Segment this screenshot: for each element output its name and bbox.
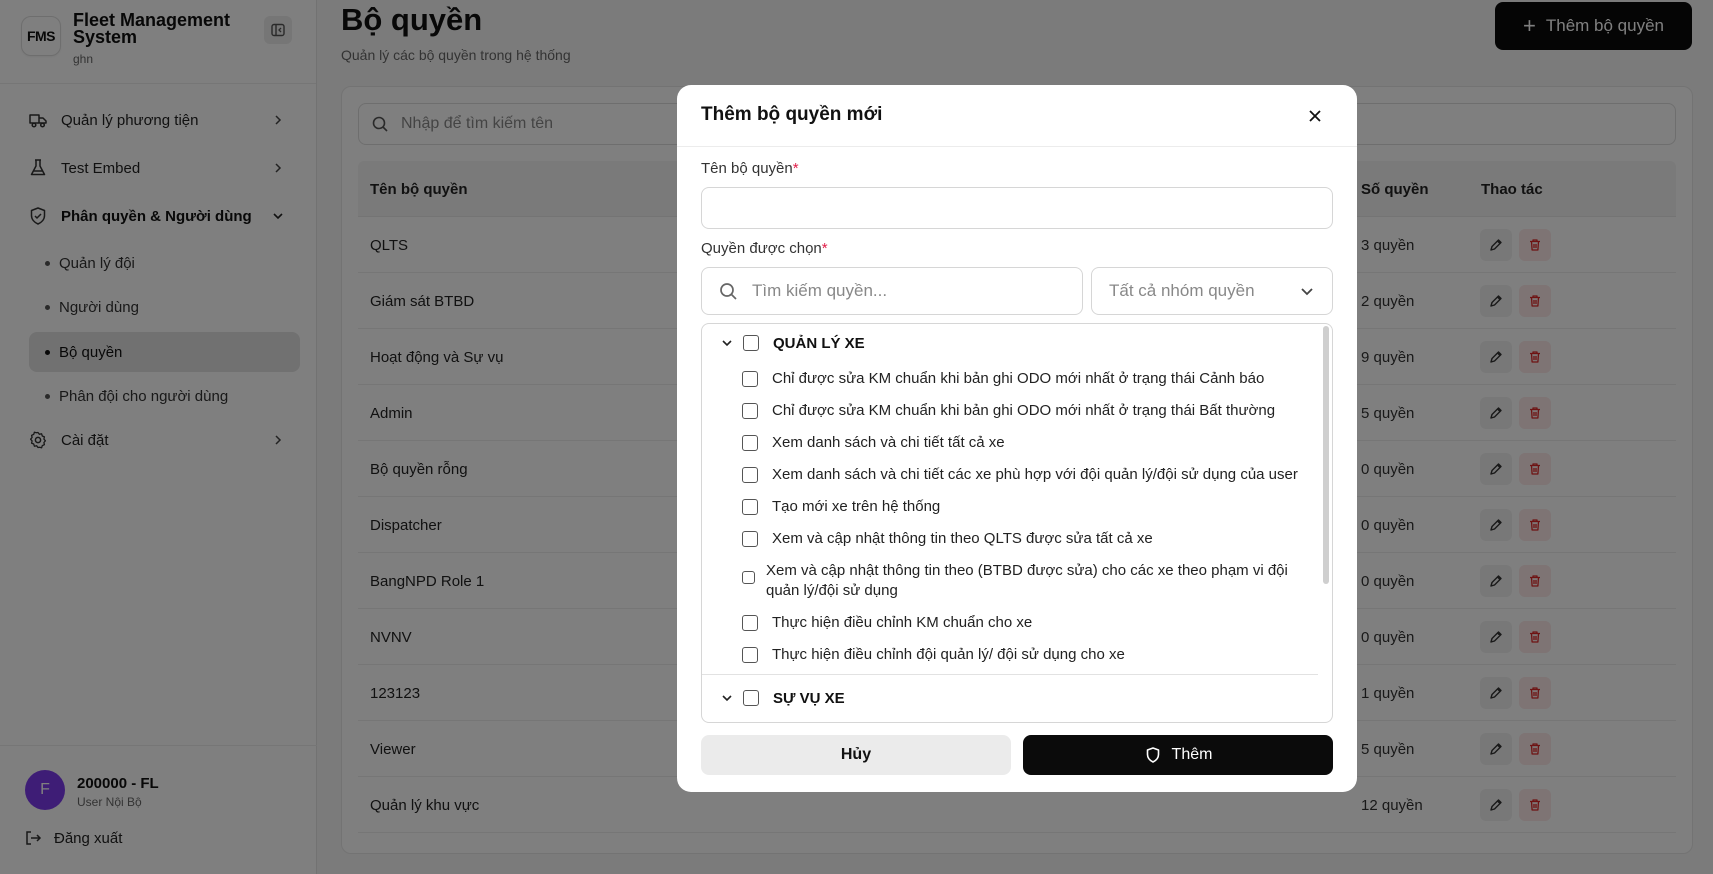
shield-icon [1146,747,1159,763]
permission-checkbox[interactable] [742,571,755,584]
permission-group-vehicle-management[interactable]: QUẢN LÝ XE [702,327,1318,359]
scrollbar[interactable] [1323,326,1329,584]
required-mark: * [821,240,828,257]
submit-label: Thêm [1171,746,1213,763]
chevron-down-icon[interactable] [719,335,735,351]
permission-item[interactable]: Thực hiện điều chỉnh đội quản lý/ đội sử… [742,645,1318,665]
permission-item[interactable]: Xem danh sách và chi tiết các xe phù hợp… [742,465,1318,485]
permission-checkbox[interactable] [742,499,758,515]
permission-item[interactable]: Xem và cập nhật thông tin theo (BTBD đượ… [742,561,1318,601]
permission-list: QUẢN LÝ XE Chỉ được sửa KM chuẩn khi bản… [701,323,1333,723]
perm-label-text: Quyền được chọn [701,240,822,257]
name-label-text: Tên bộ quyền [701,160,793,177]
permission-set-name-input[interactable] [701,187,1333,229]
group-label: QUẢN LÝ XE [773,334,865,352]
permission-group-vehicle-incidents[interactable]: SỰ VỤ XE [702,682,1318,714]
permission-item[interactable]: Xem danh sách và chi tiết tất cả xe [742,433,1318,453]
permission-label: Xem danh sách và chi tiết các xe phù hợp… [772,466,1298,483]
submit-button[interactable]: Thêm [1023,735,1333,775]
permission-label: Chỉ được sửa KM chuẩn khi bản ghi ODO mớ… [772,370,1265,387]
permission-item[interactable]: Thực hiện điều chỉnh KM chuẩn cho xe [742,613,1318,633]
permission-search-input[interactable]: Tìm kiếm quyền... [701,267,1083,315]
group-divider [702,674,1318,675]
permission-checkbox[interactable] [742,531,758,547]
search-icon [720,283,737,300]
required-mark: * [792,160,799,177]
close-icon [1309,110,1321,122]
permission-label: Xem và cập nhật thông tin theo (BTBD đượ… [766,562,1288,599]
permission-label: Tạo mới xe trên hệ thống [772,498,941,515]
permission-label: Thực hiện điều chỉnh đội quản lý/ đội sử… [772,646,1125,663]
close-button[interactable] [1303,104,1327,128]
permission-search-placeholder: Tìm kiếm quyền... [752,281,888,300]
permission-checkbox[interactable] [742,615,758,631]
modal-header: Thêm bộ quyền mới [677,85,1357,147]
permission-checkbox[interactable] [742,647,758,663]
add-permission-set-modal: Thêm bộ quyền mới Tên bộ quyền* Quyền đư… [677,85,1357,792]
permission-item[interactable]: Chỉ được sửa KM chuẩn khi bản ghi ODO mớ… [742,369,1318,389]
permission-checkbox[interactable] [742,435,758,451]
modal-title: Thêm bộ quyền mới [701,104,883,125]
permission-checkbox[interactable] [742,403,758,419]
chevron-down-icon [1301,288,1313,296]
name-field-label: Tên bộ quyền* [701,160,799,177]
permission-label: Chỉ được sửa KM chuẩn khi bản ghi ODO mớ… [772,402,1276,419]
permission-label: Thực hiện điều chỉnh KM chuẩn cho xe [772,614,1033,631]
permission-item[interactable]: Xem và cập nhật thông tin theo QLTS được… [742,529,1318,549]
permission-item[interactable]: Tạo mới xe trên hệ thống [742,497,1318,517]
group-checkbox[interactable] [743,335,759,351]
permission-checkbox[interactable] [742,467,758,483]
group-select-value: Tất cả nhóm quyền [1109,281,1255,300]
permission-label: Xem và cập nhật thông tin theo QLTS được… [772,530,1153,547]
group-checkbox[interactable] [743,690,759,706]
permissions-field-label: Quyền được chọn* [701,240,828,257]
permission-label: Xem danh sách và chi tiết tất cả xe [772,434,1005,451]
cancel-button[interactable]: Hủy [701,735,1011,775]
group-label: SỰ VỤ XE [773,689,845,707]
chevron-down-icon[interactable] [719,690,735,706]
permission-item[interactable]: Chỉ được sửa KM chuẩn khi bản ghi ODO mớ… [742,401,1318,421]
permission-checkbox[interactable] [742,371,758,387]
permission-group-select[interactable]: Tất cả nhóm quyền [1091,267,1333,315]
